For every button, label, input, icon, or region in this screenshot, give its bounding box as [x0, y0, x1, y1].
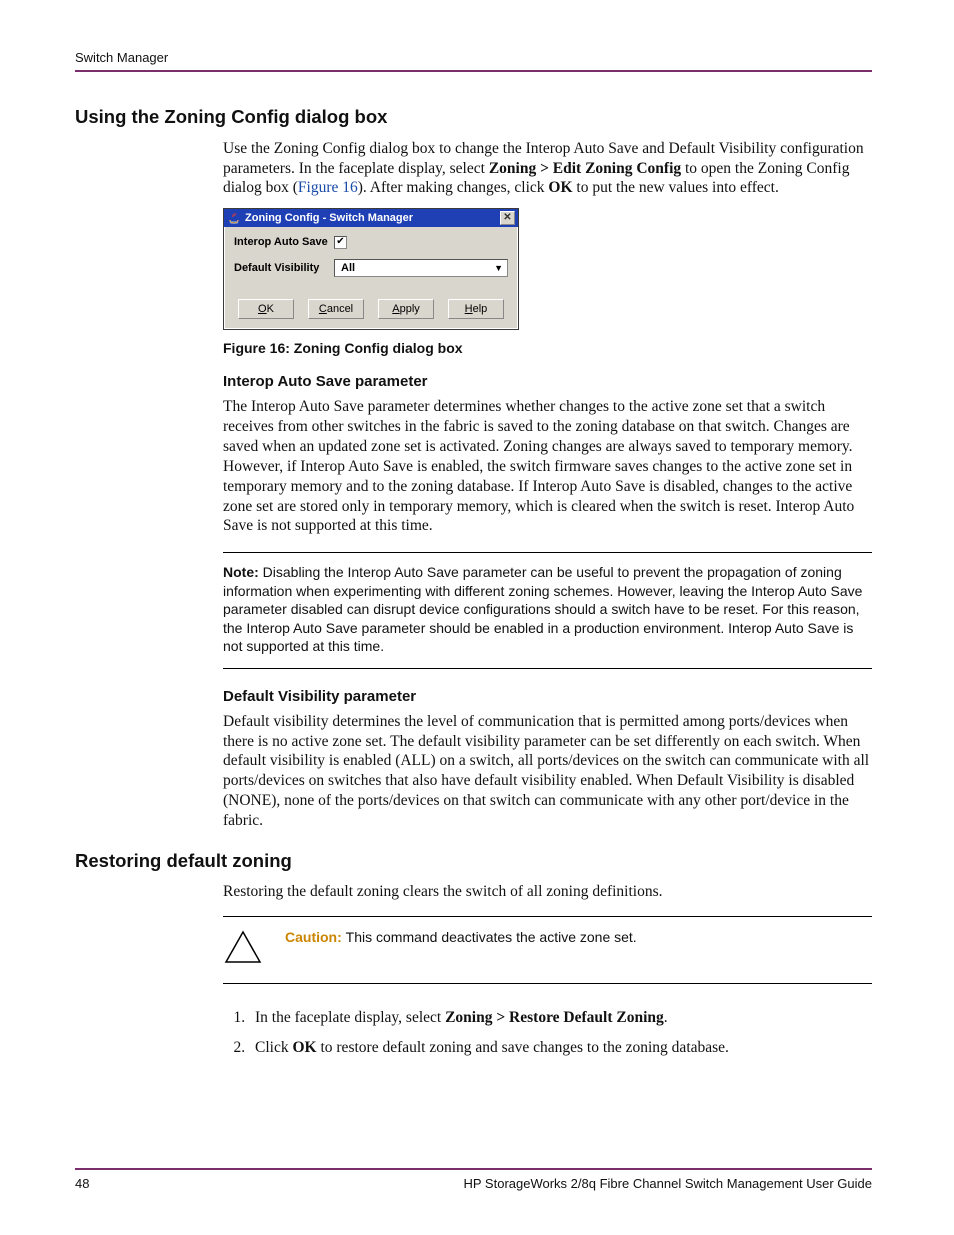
menu-path-bold: Zoning > Edit Zoning Config — [489, 160, 681, 177]
zoning-config-dialog: Zoning Config - Switch Manager ✕ Interop… — [223, 208, 519, 330]
dialog-body: Interop Auto Save ✔ Default Visibility A… — [224, 227, 518, 293]
apply-button[interactable]: Apply — [378, 299, 434, 319]
ok-rest: K — [267, 302, 274, 316]
apply-rest: pply — [400, 302, 420, 316]
page-content: Using the Zoning Config dialog box Use t… — [75, 105, 872, 1068]
note-label: Note: — [223, 564, 263, 580]
ok-mnemonic: O — [258, 302, 267, 316]
step2-bold: OK — [292, 1039, 316, 1056]
titlebar-left: Zoning Config - Switch Manager — [227, 211, 413, 225]
cancel-button[interactable]: Cancel — [308, 299, 364, 319]
step2-post: to restore default zoning and save chang… — [317, 1039, 729, 1056]
checkbox-interop-auto-save[interactable]: ✔ — [334, 236, 347, 249]
chevron-down-icon: ▼ — [494, 263, 503, 275]
dropdown-default-visibility[interactable]: All ▼ — [334, 259, 508, 277]
dropdown-value: All — [341, 261, 355, 275]
figure-caption: Figure 16: Zoning Config dialog box — [223, 340, 872, 358]
caution-label: Caution: — [285, 929, 346, 945]
note-block: Note: Disabling the Interop Auto Save pa… — [223, 552, 872, 668]
step1-pre: In the faceplate display, select — [255, 1009, 445, 1026]
page-footer: 48 HP StorageWorks 2/8q Fibre Channel Sw… — [75, 1168, 872, 1193]
heading-interop-auto-save: Interop Auto Save parameter — [223, 372, 872, 391]
row-default-visibility: Default Visibility All ▼ — [234, 259, 508, 277]
restore-intro: Restoring the default zoning clears the … — [223, 882, 872, 902]
doc-title: HP StorageWorks 2/8q Fibre Channel Switc… — [464, 1176, 873, 1193]
caution-block: Caution: This command deactivates the ac… — [223, 916, 872, 984]
close-button[interactable]: ✕ — [500, 211, 515, 225]
java-cup-icon — [227, 211, 241, 225]
note-body: Disabling the Interop Auto Save paramete… — [223, 564, 862, 654]
help-button[interactable]: Help — [448, 299, 504, 319]
close-icon: ✕ — [503, 212, 511, 225]
section-body-restore: Restoring the default zoning clears the … — [223, 882, 872, 1057]
apply-mnemonic: A — [392, 302, 399, 316]
restore-steps: In the faceplate display, select Zoning … — [243, 1008, 872, 1058]
default-visibility-body: Default visibility determines the level … — [223, 712, 872, 831]
section-body-zoning-config: Use the Zoning Config dialog box to chan… — [223, 139, 872, 831]
zoning-config-intro: Use the Zoning Config dialog box to chan… — [223, 139, 872, 198]
step-1: In the faceplate display, select Zoning … — [249, 1008, 872, 1028]
step-2: Click OK to restore default zoning and s… — [249, 1038, 872, 1058]
checkmark-icon: ✔ — [336, 237, 344, 247]
cancel-mnemonic: C — [319, 302, 327, 316]
running-head: Switch Manager — [75, 50, 872, 67]
section-heading-zoning-config: Using the Zoning Config dialog box — [75, 105, 872, 129]
ok-button[interactable]: OK — [238, 299, 294, 319]
caution-body: This command deactivates the active zone… — [346, 929, 637, 945]
page-number: 48 — [75, 1176, 89, 1193]
caution-text: Caution: This command deactivates the ac… — [285, 929, 637, 947]
row-interop-auto-save: Interop Auto Save ✔ — [234, 235, 508, 249]
intro-post: ). After making changes, click — [358, 179, 549, 196]
dialog-title: Zoning Config - Switch Manager — [245, 211, 413, 225]
intro-tail: to put the new values into effect. — [573, 179, 779, 196]
step1-post: . — [664, 1009, 668, 1026]
step1-bold: Zoning > Restore Default Zoning — [445, 1009, 664, 1026]
step2-pre: Click — [255, 1039, 292, 1056]
running-head-text: Switch Manager — [75, 50, 168, 65]
heading-default-visibility: Default Visibility parameter — [223, 687, 872, 706]
dialog-button-row: OK Cancel Apply Help — [224, 293, 518, 329]
section-heading-restore: Restoring default zoning — [75, 849, 872, 873]
help-rest: elp — [473, 302, 488, 316]
label-interop-auto-save: Interop Auto Save — [234, 235, 334, 249]
interop-body: The Interop Auto Save parameter determin… — [223, 397, 872, 536]
header-rule — [75, 70, 872, 72]
dialog-titlebar: Zoning Config - Switch Manager ✕ — [224, 209, 518, 227]
help-mnemonic: H — [465, 302, 473, 316]
label-default-visibility: Default Visibility — [234, 261, 334, 275]
figure-link[interactable]: Figure 16 — [298, 179, 358, 196]
ok-bold: OK — [548, 179, 572, 196]
caution-triangle-icon — [223, 929, 263, 965]
cancel-rest: ancel — [327, 302, 353, 316]
